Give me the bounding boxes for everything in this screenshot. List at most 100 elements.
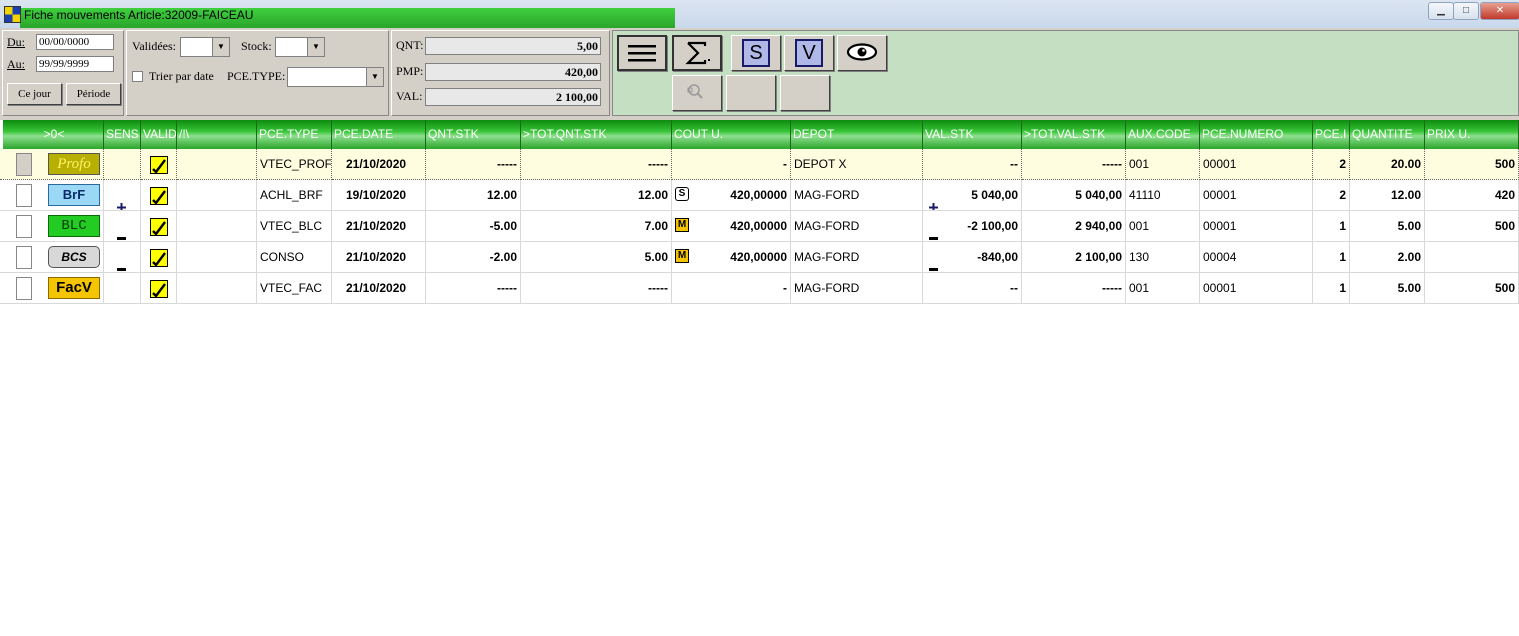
badge-cell[interactable]: BCS [0,242,104,273]
sum-button[interactable] [672,35,722,71]
qnt-stk-cell[interactable]: ----- [426,273,521,304]
pce-i-cell[interactable]: 1 [1313,211,1350,242]
valid-cell[interactable] [141,273,177,304]
badge-cell[interactable]: BrF [0,180,104,211]
column-header[interactable]: PCE.I [1313,120,1350,149]
pce-type-cell[interactable]: VTEC_FAC [257,273,332,304]
pce-type-cell[interactable]: VTEC_PROF [257,149,332,180]
aux-code-cell[interactable]: 001 [1126,149,1200,180]
tot-val-stk-cell[interactable]: 2 940,00 [1022,211,1126,242]
quantite-cell[interactable]: 2.00 [1350,242,1425,273]
column-header[interactable]: PCE.TYPE [257,120,332,149]
pce-numero-cell[interactable]: 00001 [1200,211,1313,242]
column-header[interactable]: >0< [3,120,104,149]
prix-u-cell[interactable]: 500 [1425,273,1519,304]
pce-i-cell[interactable]: 1 [1313,273,1350,304]
val-stk-cell[interactable]: -2 100,00 [923,211,1022,242]
cout-u-cell[interactable]: M 420,00000 [672,211,791,242]
table-row[interactable]: BLC VTEC_BLC 21/10/2020 -5.00 7.00 M 420,00000… [0,211,1519,242]
sens-cell[interactable] [104,180,141,211]
depot-cell[interactable]: MAG-FORD [791,180,923,211]
depot-cell[interactable]: MAG-FORD [791,211,923,242]
aux-code-cell[interactable]: 001 [1126,273,1200,304]
prix-u-cell[interactable]: 420 [1425,180,1519,211]
depot-cell[interactable]: MAG-FORD [791,273,923,304]
pce-date-cell[interactable]: 21/10/2020 [332,273,426,304]
warning-cell[interactable] [177,211,257,242]
au-input[interactable]: 99/99/9999 [36,56,114,72]
pce-numero-cell[interactable]: 00001 [1200,149,1313,180]
pce-i-cell[interactable]: 2 [1313,149,1350,180]
tot-qnt-stk-cell[interactable]: ----- [521,149,672,180]
aux-code-cell[interactable]: 001 [1126,211,1200,242]
quantite-cell[interactable]: 5.00 [1350,273,1425,304]
warning-cell[interactable] [177,242,257,273]
column-header[interactable]: DEPOT [791,120,923,149]
pce-date-cell[interactable]: 21/10/2020 [332,242,426,273]
prix-u-cell[interactable]: 500 [1425,149,1519,180]
cout-u-cell[interactable]: M 420,00000 [672,242,791,273]
qnt-stk-cell[interactable]: 12.00 [426,180,521,211]
warning-cell[interactable] [177,273,257,304]
row-selector[interactable] [16,184,32,207]
v-button[interactable]: V [784,35,834,71]
pce-type-cell[interactable]: ACHL_BRF [257,180,332,211]
column-header[interactable]: SENS [104,120,141,149]
tot-qnt-stk-cell[interactable]: 5.00 [521,242,672,273]
quantite-cell[interactable]: 12.00 [1350,180,1425,211]
s-button[interactable]: S [731,35,781,71]
valid-cell[interactable] [141,211,177,242]
prix-u-cell[interactable] [1425,242,1519,273]
column-header[interactable]: /!\ [177,120,257,149]
qnt-stk-cell[interactable]: -2.00 [426,242,521,273]
warning-cell[interactable] [177,180,257,211]
valid-cell[interactable] [141,242,177,273]
val-stk-cell[interactable]: -840,00 [923,242,1022,273]
sens-cell[interactable] [104,242,141,273]
pce-i-cell[interactable]: 2 [1313,180,1350,211]
pce-type-cell[interactable]: VTEC_BLC [257,211,332,242]
pce-date-cell[interactable]: 19/10/2020 [332,180,426,211]
pce-date-cell[interactable]: 21/10/2020 [332,149,426,180]
pce-type-select[interactable]: ▼ [287,67,384,87]
column-header[interactable]: PCE.NUMERO [1200,120,1313,149]
quantite-cell[interactable]: 20.00 [1350,149,1425,180]
qnt-stk-cell[interactable]: ----- [426,149,521,180]
tot-val-stk-cell[interactable]: ----- [1022,149,1126,180]
tot-val-stk-cell[interactable]: ----- [1022,273,1126,304]
close-button[interactable]: ✕ [1480,2,1519,20]
column-header[interactable]: VAL.STK [923,120,1022,149]
column-header[interactable]: VALID [141,120,177,149]
valid-cell[interactable] [141,180,177,211]
column-header[interactable]: >TOT.VAL.STK [1022,120,1126,149]
table-row[interactable]: BCS CONSO 21/10/2020 -2.00 5.00 M 420,00000 MAG… [0,242,1519,273]
menu-button[interactable] [617,35,667,71]
cout-u-cell[interactable]: - [672,273,791,304]
column-header[interactable]: PRIX U. [1425,120,1519,149]
stock-select[interactable]: ▼ [275,37,325,57]
tot-val-stk-cell[interactable]: 5 040,00 [1022,180,1126,211]
table-row[interactable]: Profo VTEC_PROF 21/10/2020 ----- ----- - DEPOT… [0,149,1519,180]
table-row[interactable]: BrF ACHL_BRF 19/10/2020 12.00 12.00 S 420,0000… [0,180,1519,211]
periode-button[interactable]: Période [66,83,121,105]
aux-code-cell[interactable]: 41110 [1126,180,1200,211]
depot-cell[interactable]: MAG-FORD [791,242,923,273]
blank-button-2[interactable] [780,75,830,111]
val-stk-cell[interactable]: -- [923,149,1022,180]
sens-cell[interactable] [104,149,141,180]
pce-type-cell[interactable]: CONSO [257,242,332,273]
pce-date-cell[interactable]: 21/10/2020 [332,211,426,242]
val-stk-cell[interactable]: 5 040,00 [923,180,1022,211]
column-header[interactable]: >TOT.QNT.STK [521,120,672,149]
ce-jour-button[interactable]: Ce jour [7,83,62,105]
minimize-button[interactable]: ▁ [1428,2,1454,20]
column-header[interactable]: AUX.CODE [1126,120,1200,149]
column-header[interactable]: QUANTITE [1350,120,1425,149]
tot-qnt-stk-cell[interactable]: 7.00 [521,211,672,242]
row-selector[interactable] [16,246,32,269]
pce-numero-cell[interactable]: 00004 [1200,242,1313,273]
qnt-stk-cell[interactable]: -5.00 [426,211,521,242]
table-row[interactable]: FacV VTEC_FAC 21/10/2020 ----- ----- - MAG-FOR… [0,273,1519,304]
sens-cell[interactable] [104,273,141,304]
trier-par-date-checkbox[interactable] [132,71,143,82]
